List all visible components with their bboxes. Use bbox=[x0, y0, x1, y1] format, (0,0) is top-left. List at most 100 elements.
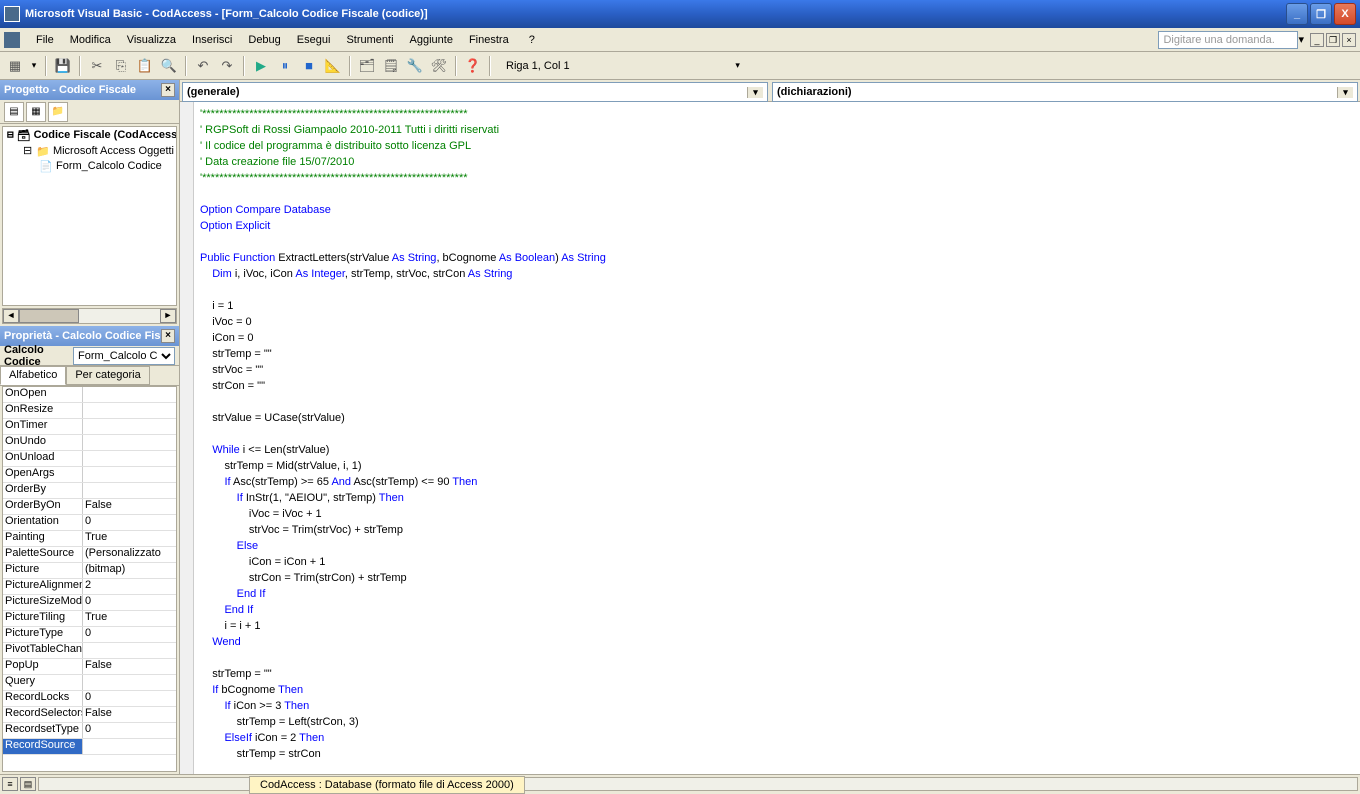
view-code-icon[interactable]: ▤ bbox=[4, 102, 24, 122]
property-row[interactable]: PictureAlignment2 bbox=[3, 579, 176, 595]
menu-tools[interactable]: Strumenti bbox=[338, 32, 401, 48]
editor-hscroll[interactable]: CodAccess : Database (formato file di Ac… bbox=[38, 777, 1358, 791]
property-value[interactable] bbox=[83, 467, 176, 482]
maximize-button[interactable]: ❐ bbox=[1310, 3, 1332, 25]
tab-alphabetical[interactable]: Alfabetico bbox=[0, 366, 66, 385]
properties-panel-close[interactable]: × bbox=[161, 329, 175, 343]
property-value[interactable] bbox=[83, 403, 176, 418]
toolbar-overflow[interactable]: ▾ bbox=[732, 55, 744, 77]
property-value[interactable]: 0 bbox=[83, 723, 176, 738]
object-combo[interactable]: (generale)▾ bbox=[182, 82, 768, 102]
property-row[interactable]: PictureType0 bbox=[3, 627, 176, 643]
design-mode-icon[interactable]: 📐 bbox=[322, 55, 344, 77]
help-icon[interactable]: ❓ bbox=[462, 55, 484, 77]
scroll-right-icon[interactable]: ► bbox=[160, 309, 176, 323]
help-search-dropdown[interactable]: ▾ bbox=[1298, 33, 1304, 46]
property-row[interactable]: PopUpFalse bbox=[3, 659, 176, 675]
property-row[interactable]: Query bbox=[3, 675, 176, 691]
property-row[interactable]: OnOpen bbox=[3, 387, 176, 403]
redo-icon[interactable]: ↷ bbox=[216, 55, 238, 77]
property-row[interactable]: PictureSizeMode0 bbox=[3, 595, 176, 611]
tree-folder[interactable]: ⊟📁Microsoft Access Oggetti bbox=[3, 143, 176, 159]
view-object-icon[interactable]: ▦ bbox=[26, 102, 46, 122]
property-value[interactable]: 2 bbox=[83, 579, 176, 594]
run-icon[interactable]: ▶ bbox=[250, 55, 272, 77]
tree-item-form[interactable]: 📄Form_Calcolo Codice bbox=[3, 159, 176, 173]
property-value[interactable]: True bbox=[83, 531, 176, 546]
property-value[interactable]: 0 bbox=[83, 691, 176, 706]
toolbox-icon[interactable]: 🛠 bbox=[428, 55, 450, 77]
tree-root[interactable]: ⊟🗃Codice Fiscale (CodAccess bbox=[3, 127, 176, 143]
property-value[interactable]: 0 bbox=[83, 515, 176, 530]
property-row[interactable]: PictureTilingTrue bbox=[3, 611, 176, 627]
property-row[interactable]: RecordsetType0 bbox=[3, 723, 176, 739]
mdi-restore[interactable]: ❐ bbox=[1326, 33, 1340, 47]
property-row[interactable]: RecordSelectorsFalse bbox=[3, 707, 176, 723]
property-row[interactable]: OnResize bbox=[3, 403, 176, 419]
save-icon[interactable]: 💾 bbox=[52, 55, 74, 77]
menu-window[interactable]: Finestra bbox=[461, 32, 517, 48]
property-row[interactable]: OnUndo bbox=[3, 435, 176, 451]
scroll-left-icon[interactable]: ◄ bbox=[3, 309, 19, 323]
property-value[interactable]: (Personalizzato bbox=[83, 547, 176, 562]
property-row[interactable]: Orientation0 bbox=[3, 515, 176, 531]
copy-icon[interactable]: ⎘ bbox=[110, 55, 132, 77]
property-row[interactable]: OnUnload bbox=[3, 451, 176, 467]
stop-icon[interactable]: ■ bbox=[298, 55, 320, 77]
property-value[interactable] bbox=[83, 739, 176, 754]
toggle-folders-icon[interactable]: 📁 bbox=[48, 102, 68, 122]
property-row[interactable]: PaintingTrue bbox=[3, 531, 176, 547]
menu-help[interactable]: ? bbox=[521, 32, 543, 48]
property-value[interactable]: False bbox=[83, 499, 176, 514]
property-value[interactable]: 0 bbox=[83, 595, 176, 610]
property-object-select[interactable]: Form_Calcolo C bbox=[73, 347, 175, 365]
project-tree[interactable]: ⊟🗃Codice Fiscale (CodAccess ⊟📁Microsoft … bbox=[2, 126, 177, 306]
object-browser-icon[interactable]: 🔧 bbox=[404, 55, 426, 77]
close-button[interactable]: X bbox=[1334, 3, 1356, 25]
help-search-input[interactable]: Digitare una domanda. bbox=[1158, 31, 1298, 49]
property-grid[interactable]: OnOpenOnResizeOnTimerOnUndoOnUnloadOpenA… bbox=[2, 386, 177, 772]
menu-edit[interactable]: Modifica bbox=[62, 32, 119, 48]
tab-categorized[interactable]: Per categoria bbox=[66, 366, 149, 385]
project-explorer-icon[interactable]: 🗂 bbox=[356, 55, 378, 77]
property-value[interactable] bbox=[83, 483, 176, 498]
property-row[interactable]: RecordLocks0 bbox=[3, 691, 176, 707]
code-editor[interactable]: '***************************************… bbox=[180, 102, 1360, 774]
property-value[interactable]: (bitmap) bbox=[83, 563, 176, 578]
property-value[interactable]: True bbox=[83, 611, 176, 626]
property-row[interactable]: OpenArgs bbox=[3, 467, 176, 483]
project-hscroll[interactable]: ◄ ► bbox=[2, 308, 177, 324]
dropdown-icon[interactable]: ▾ bbox=[28, 55, 40, 77]
menu-run[interactable]: Esegui bbox=[289, 32, 339, 48]
menu-insert[interactable]: Inserisci bbox=[184, 32, 240, 48]
property-value[interactable] bbox=[83, 387, 176, 402]
paste-icon[interactable]: 📋 bbox=[134, 55, 156, 77]
menu-view[interactable]: Visualizza bbox=[119, 32, 184, 48]
property-row[interactable]: PaletteSource(Personalizzato bbox=[3, 547, 176, 563]
mdi-close[interactable]: × bbox=[1342, 33, 1356, 47]
menu-addins[interactable]: Aggiunte bbox=[402, 32, 461, 48]
property-value[interactable]: False bbox=[83, 659, 176, 674]
property-value[interactable] bbox=[83, 451, 176, 466]
property-row[interactable]: PivotTableChange bbox=[3, 643, 176, 659]
scroll-thumb[interactable] bbox=[19, 309, 79, 323]
pause-icon[interactable]: ⏸ bbox=[274, 55, 296, 77]
view-full-module-icon[interactable]: ▤ bbox=[20, 777, 36, 791]
procedure-combo[interactable]: (dichiarazioni)▾ bbox=[772, 82, 1358, 102]
property-value[interactable] bbox=[83, 419, 176, 434]
find-icon[interactable]: 🔍 bbox=[158, 55, 180, 77]
property-row[interactable]: OrderByOnFalse bbox=[3, 499, 176, 515]
database-tab[interactable]: CodAccess : Database (formato file di Ac… bbox=[249, 776, 525, 794]
properties-icon[interactable]: 🗒 bbox=[380, 55, 402, 77]
view-access-icon[interactable]: ▦ bbox=[4, 55, 26, 77]
menu-debug[interactable]: Debug bbox=[240, 32, 288, 48]
mdi-minimize[interactable]: _ bbox=[1310, 33, 1324, 47]
property-value[interactable]: 0 bbox=[83, 627, 176, 642]
view-procedure-icon[interactable]: ≡ bbox=[2, 777, 18, 791]
minimize-button[interactable]: _ bbox=[1286, 3, 1308, 25]
project-panel-close[interactable]: × bbox=[161, 83, 175, 97]
property-row[interactable]: Picture(bitmap) bbox=[3, 563, 176, 579]
property-value[interactable]: False bbox=[83, 707, 176, 722]
property-row[interactable]: OnTimer bbox=[3, 419, 176, 435]
menu-file[interactable]: File bbox=[28, 32, 62, 48]
